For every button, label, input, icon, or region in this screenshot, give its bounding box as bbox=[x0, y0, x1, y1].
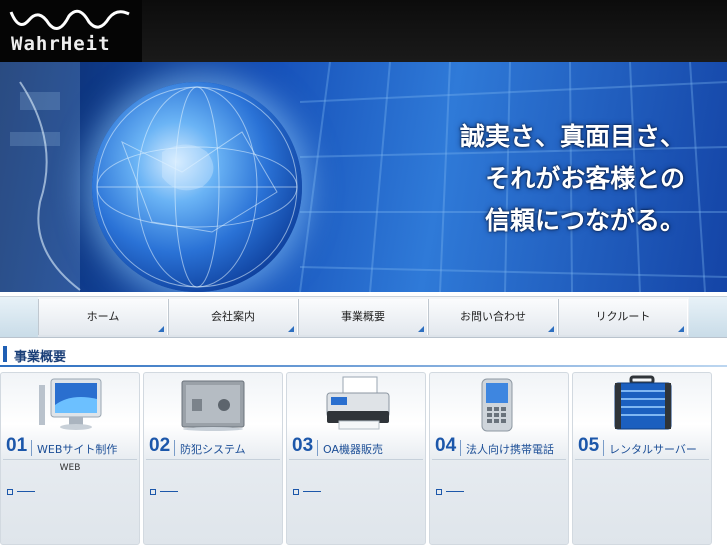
main-nav: ホーム 会社案内 事業概要 お問い合わせ リクルート bbox=[0, 296, 727, 338]
globe-image bbox=[92, 82, 302, 292]
printer-icon bbox=[326, 376, 390, 430]
tagline-line-1: 誠実さ、真面目さ、 bbox=[459, 122, 685, 151]
service-more-link[interactable] bbox=[150, 487, 178, 497]
service-separator bbox=[317, 440, 318, 456]
site-header: WahrHeit bbox=[0, 0, 727, 62]
tagline-line-3: 信頼につながる。 bbox=[484, 206, 685, 235]
nav-item-recruit[interactable]: リクルート bbox=[558, 299, 688, 335]
service-number: 05 bbox=[578, 435, 600, 456]
nav-item-company[interactable]: 会社案内 bbox=[168, 299, 298, 335]
nav-marker-icon bbox=[158, 326, 164, 332]
link-marker-icon bbox=[150, 488, 156, 495]
service-title: レンタルサーバー bbox=[609, 443, 697, 456]
service-card-security[interactable]: 02 防犯システム bbox=[143, 372, 283, 545]
service-card-mobile[interactable]: 04 法人向け携帯電話 bbox=[429, 372, 569, 545]
service-more-link[interactable] bbox=[293, 487, 321, 497]
service-icon-wrap bbox=[144, 375, 282, 437]
nav-marker-icon bbox=[418, 326, 424, 332]
monitor-icon bbox=[39, 378, 102, 430]
service-divider bbox=[289, 459, 423, 460]
nav-item-label: 事業概要 bbox=[341, 310, 385, 323]
nav-item-label: リクルート bbox=[595, 310, 651, 323]
service-card-server[interactable]: 05 レンタルサーバー bbox=[572, 372, 712, 545]
nav-marker-icon bbox=[288, 326, 294, 332]
service-divider bbox=[3, 459, 137, 460]
service-card-oa[interactable]: 03 OA機器販売 bbox=[286, 372, 426, 545]
link-underline bbox=[303, 491, 321, 492]
service-number: 03 bbox=[292, 435, 314, 456]
service-title: WEBサイト制作 bbox=[37, 443, 118, 456]
nav-marker-icon bbox=[548, 326, 554, 332]
section-divider bbox=[0, 365, 727, 367]
service-card-web[interactable]: 01 WEBサイト制作 WEB bbox=[0, 372, 140, 545]
service-icon-wrap bbox=[1, 375, 139, 437]
tagline-line-2: それがお客様との bbox=[485, 164, 685, 193]
service-icon-wrap bbox=[287, 375, 425, 437]
service-separator bbox=[174, 440, 175, 456]
nav-left-edge bbox=[0, 297, 38, 337]
hero-tagline: 誠実さ、真面目さ、 それがお客様との 信頼につながる。 bbox=[460, 116, 685, 242]
link-marker-icon bbox=[7, 488, 13, 495]
logo-text: WahrHeit bbox=[11, 33, 111, 55]
link-underline bbox=[160, 491, 178, 492]
phone-icon bbox=[481, 378, 513, 432]
nav-item-contact[interactable]: お問い合わせ bbox=[428, 299, 558, 335]
service-divider bbox=[432, 459, 566, 460]
service-icon-wrap bbox=[430, 375, 568, 437]
safe-icon bbox=[181, 380, 245, 431]
service-more-link[interactable] bbox=[7, 487, 35, 497]
section-marker bbox=[3, 346, 7, 362]
service-separator bbox=[31, 440, 32, 456]
link-marker-icon bbox=[436, 488, 442, 495]
nav-item-business[interactable]: 事業概要 bbox=[298, 299, 428, 335]
nav-item-home[interactable]: ホーム bbox=[38, 299, 168, 335]
site-logo[interactable]: WahrHeit bbox=[0, 0, 142, 62]
nav-item-label: お問い合わせ bbox=[460, 310, 526, 323]
service-number: 02 bbox=[149, 435, 171, 456]
section-header: 事業概要 bbox=[0, 344, 727, 367]
server-case-icon bbox=[614, 375, 672, 430]
section-title: 事業概要 bbox=[14, 350, 67, 365]
service-description: WEB bbox=[59, 463, 81, 473]
service-title: OA機器販売 bbox=[323, 443, 383, 456]
service-icon-wrap bbox=[573, 375, 711, 437]
service-number: 04 bbox=[435, 435, 457, 456]
service-more-link[interactable] bbox=[436, 487, 464, 497]
service-divider bbox=[575, 459, 709, 460]
service-number: 01 bbox=[6, 435, 28, 456]
nav-marker-icon bbox=[678, 326, 684, 332]
service-title: 防犯システム bbox=[180, 443, 246, 456]
globe-network-icon bbox=[96, 86, 298, 288]
logo-wave-icon bbox=[9, 9, 130, 30]
service-separator bbox=[460, 440, 461, 456]
nav-item-label: ホーム bbox=[86, 310, 120, 323]
service-divider bbox=[146, 459, 280, 460]
hero-banner: 誠実さ、真面目さ、 それがお客様との 信頼につながる。 bbox=[0, 62, 727, 292]
nav-item-label: 会社案内 bbox=[211, 310, 255, 323]
service-title: 法人向け携帯電話 bbox=[466, 443, 554, 456]
link-underline bbox=[17, 491, 35, 492]
link-underline bbox=[446, 491, 464, 492]
nav-right-edge bbox=[689, 297, 727, 337]
link-marker-icon bbox=[293, 488, 299, 495]
service-separator bbox=[603, 440, 604, 456]
